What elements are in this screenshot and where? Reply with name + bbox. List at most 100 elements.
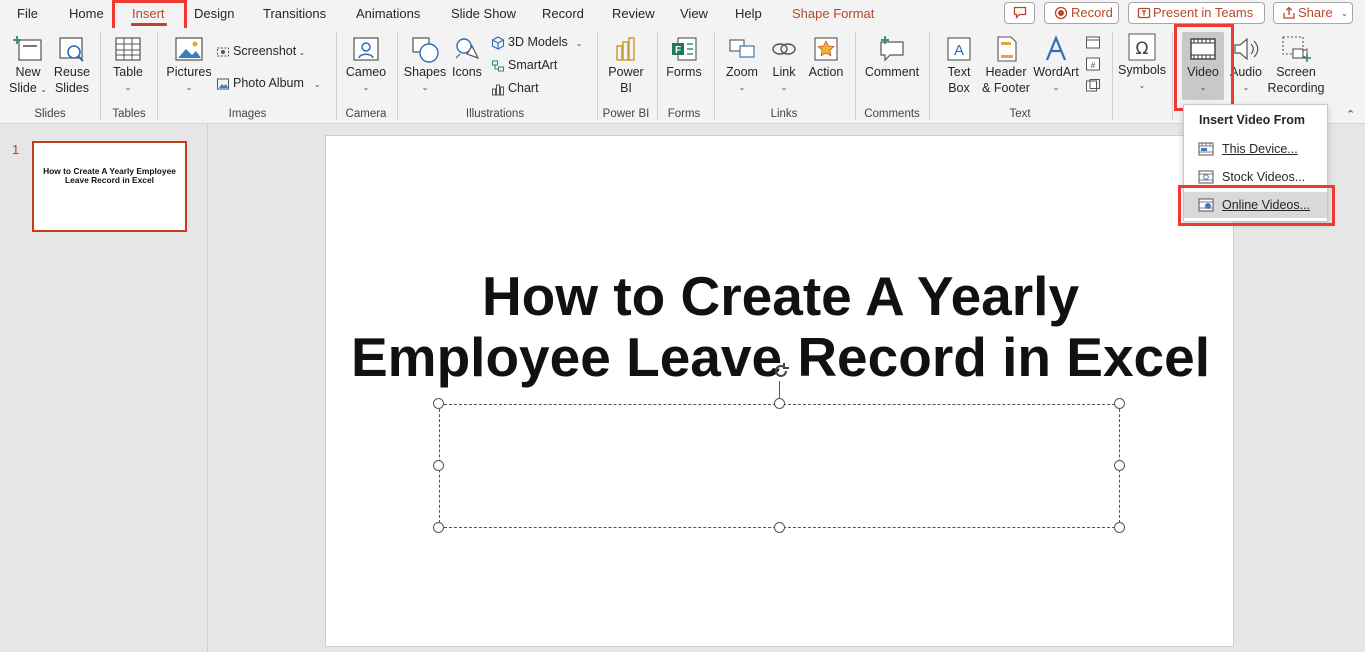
3d-models-button[interactable]: 3D Models ⌄ [491,32,582,52]
object-icon[interactable] [1085,78,1101,94]
video-button[interactable]: Video ⌄ [1182,32,1224,100]
comments-button[interactable] [1004,2,1035,24]
present-in-teams-button[interactable]: Present in Teams [1128,2,1265,24]
cube-icon [491,36,505,50]
new-comment-button[interactable]: Comment [862,34,922,80]
resize-handle-bottom[interactable] [774,522,785,533]
svg-text:Ω: Ω [1136,39,1149,59]
record-button-label: Record [1071,5,1113,20]
teams-icon [1137,7,1151,19]
table-button[interactable]: Table ⌄ [108,34,148,96]
screenshot-button[interactable]: Screenshot ⌄ [216,41,305,61]
photo-album-button[interactable]: Photo Album ⌄ [216,73,321,93]
wordart-button[interactable]: WordArt ⌄ [1032,34,1080,96]
slide-canvas[interactable]: How to Create A Yearly Employee Leave Re… [325,135,1234,647]
resize-handle-top[interactable] [774,398,785,409]
tab-review[interactable]: Review [612,6,655,24]
pictures-button[interactable]: Pictures ⌄ [165,34,213,96]
group-label-slides: Slides [34,108,66,120]
share-icon [1283,6,1295,19]
zoom-icon [729,39,755,58]
group-label-power-bi: Power BI [602,108,650,120]
symbols-button[interactable]: Ω Symbols ⌄ [1118,32,1166,94]
resize-handle-bottom-left[interactable] [433,522,444,533]
forms-button[interactable]: F Forms [663,34,705,80]
online-video-icon [1198,198,1214,212]
slide-number: 1 [12,142,20,157]
chart-icon [492,84,504,96]
tab-record[interactable]: Record [542,6,584,24]
header-footer-icon [997,36,1017,62]
date-time-icon[interactable] [1085,34,1101,50]
chevron-down-icon: ⌄ [1341,9,1348,18]
slide-number-icon[interactable]: # [1085,56,1101,72]
insert-video-menu-header: Insert Video From [1199,113,1306,127]
group-label-comments: Comments [864,108,920,120]
new-slide-button[interactable]: New Slide ⌄ [6,34,50,98]
video-film-icon [1190,38,1216,60]
tab-transitions[interactable]: Transitions [263,6,326,24]
shapes-icon [412,37,439,63]
menu-item-stock-videos[interactable]: Stock Videos... [1184,164,1327,190]
text-box-button[interactable]: A Text Box [938,34,980,96]
wordart-icon [1045,35,1067,61]
tab-shape-format[interactable]: Shape Format [792,6,874,24]
content-placeholder[interactable] [439,404,1120,528]
resize-handle-right[interactable] [1114,460,1125,471]
group-label-text: Text [1009,108,1031,120]
new-slide-icon [13,36,42,61]
resize-handle-left[interactable] [433,460,444,471]
comment-icon [1013,6,1027,19]
omega-icon: Ω [1128,33,1156,61]
power-bi-icon [616,37,635,61]
power-bi-button[interactable]: Power BI [604,34,648,96]
record-button[interactable]: Record [1044,2,1119,24]
chart-button[interactable]: Chart [491,78,539,98]
tab-animations[interactable]: Animations [356,6,420,24]
photo-album-icon [217,78,229,90]
new-comment-icon [880,36,904,62]
tab-slide-show[interactable]: Slide Show [451,6,516,24]
link-icon [772,43,796,55]
table-icon [115,37,141,61]
group-label-images: Images [228,108,267,120]
tab-insert[interactable]: Insert [132,6,165,24]
reuse-slides-button[interactable]: Reuse Slides [52,34,92,96]
tab-view[interactable]: View [680,6,708,24]
resize-handle-top-left[interactable] [433,398,444,409]
zoom-button[interactable]: Zoom ⌄ [721,34,763,96]
share-button[interactable]: Share ⌄ [1273,2,1353,24]
svg-text:#: # [1091,61,1096,70]
share-label: Share [1298,5,1333,20]
collapse-ribbon-icon[interactable]: ⌃ [1346,108,1355,121]
cameo-icon [353,37,379,61]
tab-design[interactable]: Design [194,6,234,24]
icons-icon [455,38,480,60]
group-label-camera: Camera [345,108,387,120]
action-button[interactable]: Action [805,34,847,80]
active-tab-indicator [131,23,167,26]
rotate-handle-icon[interactable] [771,361,791,381]
present-in-teams-label: Present in Teams [1153,5,1254,20]
smartart-button[interactable]: SmartArt [491,55,557,75]
link-button[interactable]: Link ⌄ [765,34,803,96]
header-footer-button[interactable]: Header & Footer [982,34,1030,96]
menu-item-online-videos[interactable]: Online Videos... [1184,192,1327,218]
record-icon [1054,6,1068,20]
slide-thumbnail[interactable]: How to Create A Yearly Employee Leave Re… [32,141,187,232]
stock-video-icon [1198,170,1214,184]
resize-handle-bottom-right[interactable] [1114,522,1125,533]
menu-item-this-device[interactable]: This Device... [1184,136,1327,162]
audio-button[interactable]: Audio ⌄ [1226,34,1266,96]
resize-handle-top-right[interactable] [1114,398,1125,409]
reuse-slides-icon [59,37,84,62]
tab-help[interactable]: Help [735,6,762,24]
icons-button[interactable]: Icons [449,34,485,80]
cameo-button[interactable]: Cameo ⌄ [344,34,388,96]
device-video-icon [1198,142,1214,156]
tab-file[interactable]: File [17,6,38,24]
shapes-button[interactable]: Shapes ⌄ [403,34,447,96]
tab-home[interactable]: Home [69,6,104,24]
screen-recording-button[interactable]: Screen Recording [1266,34,1326,96]
ribbon-tab-bar: File Home Insert Design Transitions Anim… [0,0,1365,28]
